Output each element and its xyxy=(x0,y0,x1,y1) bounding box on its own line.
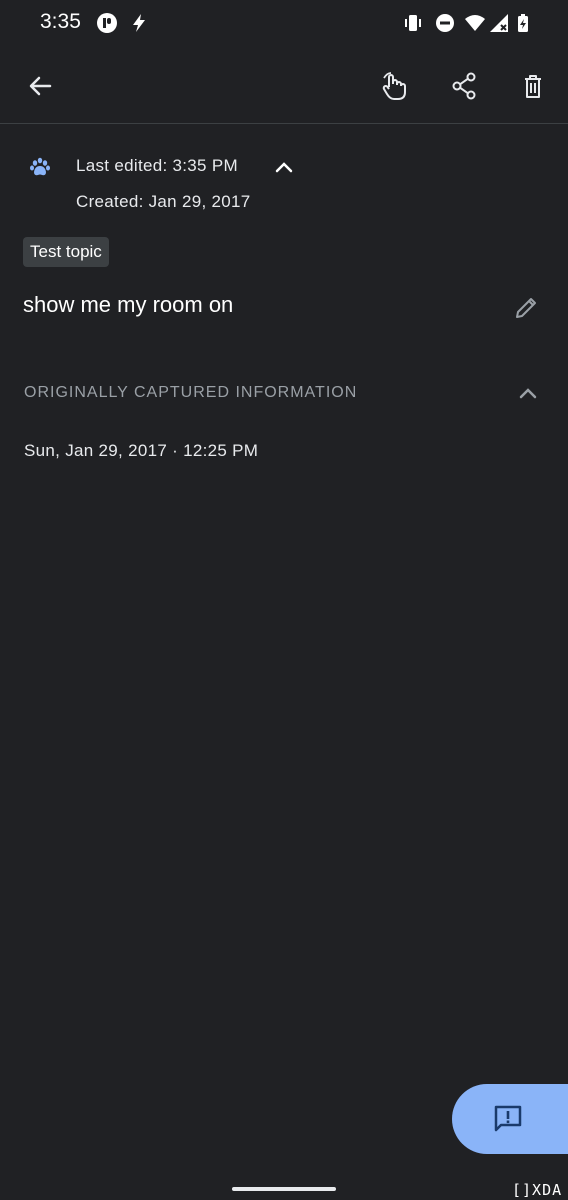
vibrate-icon xyxy=(402,12,424,34)
paw-icon xyxy=(29,156,51,178)
captured-section-header: ORIGINALLY CAPTURED INFORMATION xyxy=(24,384,358,401)
captured-collapse-button[interactable] xyxy=(510,376,546,412)
query-text: show me my room on xyxy=(23,292,234,317)
chevron-up-icon xyxy=(275,162,293,173)
battery-charging-icon xyxy=(512,12,534,34)
last-edited-text: Last edited: 3:35 PM xyxy=(76,156,238,175)
captured-date: Sun, Jan 29, 2017 · 12:25 PM xyxy=(24,441,259,460)
pencil-icon xyxy=(516,298,536,318)
cell-signal-icon xyxy=(488,12,510,34)
back-button[interactable] xyxy=(12,58,68,114)
app-screen: 3:35 Last edited: 3:35 PM Created: Jan 2… xyxy=(0,0,568,1200)
feedback-hand-icon xyxy=(382,72,406,100)
status-time: 3:35 xyxy=(40,10,81,33)
topic-chip[interactable]: Test topic xyxy=(23,237,109,267)
meta-collapse-button[interactable] xyxy=(266,150,302,186)
app-notification-icon xyxy=(96,12,118,34)
do-not-disturb-icon xyxy=(434,12,456,34)
feedback-fab[interactable] xyxy=(452,1084,568,1154)
created-text: Created: Jan 29, 2017 xyxy=(76,192,251,211)
status-bar: 3:35 xyxy=(0,0,568,48)
bolt-icon xyxy=(128,12,150,34)
feedback-icon xyxy=(494,1105,522,1132)
feedback-hand-button[interactable] xyxy=(366,58,422,114)
delete-button[interactable] xyxy=(505,58,561,114)
delete-icon xyxy=(525,75,541,98)
toolbar xyxy=(0,48,568,124)
share-button[interactable] xyxy=(436,58,492,114)
arrow-back-icon xyxy=(29,76,52,96)
xda-watermark: []XDA xyxy=(512,1181,563,1199)
edit-button[interactable] xyxy=(506,288,546,328)
share-icon xyxy=(452,72,476,100)
chevron-up-icon xyxy=(519,388,537,399)
wifi-icon xyxy=(464,12,486,34)
gesture-nav-handle[interactable] xyxy=(232,1187,336,1191)
